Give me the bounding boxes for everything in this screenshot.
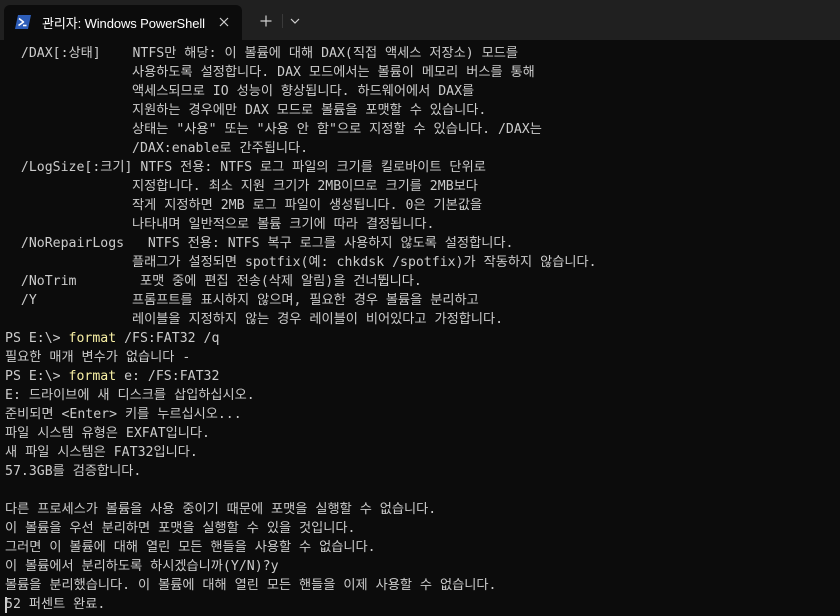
output-line: 이 볼륨을 우선 분리하면 포맷을 실행할 수 있을 것입니다.: [5, 521, 356, 536]
output-line: 플래그가 설정되면 spotfix(예: chkdsk /spotfix)가 작…: [5, 255, 597, 270]
output-line: 상태는 "사용" 또는 "사용 안 함"으로 지정할 수 있습니다. /DAX는: [5, 122, 542, 137]
prompt-line: PS E:\> format /FS:FAT32 /q: [5, 329, 219, 348]
command-args: /FS:FAT32 /q: [116, 331, 220, 346]
output-line: 사용하도록 설정합니다. DAX 모드에서는 볼륨이 메모리 버스를 통해: [5, 65, 535, 80]
command-args: e: /FS:FAT32: [116, 369, 220, 384]
text-cursor: [5, 597, 7, 613]
output-line: 52 퍼센트 완료.: [5, 597, 106, 612]
output-line: 지원하는 경우에만 DAX 모드로 볼륨을 포맷할 수 있습니다.: [5, 103, 487, 118]
prompt: PS E:\>: [5, 331, 69, 346]
output-line: /LogSize[:크기] NTFS 전용: NTFS 로그 파일의 크기를 킬…: [5, 160, 486, 175]
output-line: /DAX:enable로 간주됩니다.: [5, 141, 309, 156]
output-line: /Y 프롬프트를 표시하지 않으며, 필요한 경우 볼륨을 분리하고: [5, 293, 479, 308]
output-line: 필요한 매개 변수가 없습니다 -: [5, 350, 191, 365]
output-line: 나타내며 일반적으로 볼륨 크기에 따라 결정됩니다.: [5, 217, 435, 232]
output-line: E: 드라이브에 새 디스크를 삽입하십시오.: [5, 388, 255, 403]
output-line: 이 볼륨에서 분리하도록 하시겠습니까(Y/N)?y: [5, 559, 279, 574]
tab-powershell[interactable]: 관리자: Windows PowerShell: [4, 5, 242, 40]
terminal-output[interactable]: /DAX[:상태] NTFS만 해당: 이 볼륨에 대해 DAX(직접 액세스 …: [0, 40, 840, 616]
output-line: /DAX[:상태] NTFS만 해당: 이 볼륨에 대해 DAX(직접 액세스 …: [5, 46, 519, 61]
command-name: format: [68, 369, 117, 384]
output-line: 레이블을 지정하지 않는 경우 레이블이 비어있다고 가정합니다.: [5, 312, 504, 327]
output-line: /NoTrim 포맷 중에 편집 전송(삭제 알림)을 건너뜁니다.: [5, 274, 422, 289]
output-line: 다른 프로세스가 볼륨을 사용 중이기 때문에 포맷을 실행할 수 없습니다.: [5, 502, 437, 517]
chevron-down-icon: [290, 18, 300, 24]
output-line: /NoRepairLogs NTFS 전용: NTFS 복구 로그를 사용하지 …: [5, 236, 514, 251]
output-line: 새 파일 시스템은 FAT32입니다.: [5, 445, 198, 460]
output-line: 볼륨을 분리했습니다. 이 볼륨에 대해 열린 모든 핸들을 이제 사용할 수 …: [5, 578, 497, 593]
plus-icon: [260, 15, 272, 27]
prompt: PS E:\>: [5, 369, 69, 384]
output-line: 파일 시스템 유형은 EXFAT입니다.: [5, 426, 210, 441]
prompt-line: PS E:\> format e: /FS:FAT32: [5, 367, 219, 386]
close-icon: [219, 17, 229, 27]
powershell-icon: [15, 15, 31, 29]
command-name: format: [68, 331, 117, 346]
new-tab-button[interactable]: [254, 9, 278, 33]
tab-separator: [282, 14, 283, 28]
tab-title: 관리자: Windows PowerShell: [42, 16, 205, 31]
tab-close-button[interactable]: [214, 12, 234, 32]
terminal-window: 관리자: Windows PowerShell /DAX[:상태] NTFS만 …: [0, 0, 840, 616]
output-line: 57.3GB를 검증합니다.: [5, 464, 142, 479]
tab-dropdown-button[interactable]: [284, 9, 306, 33]
output-line: 액세스되므로 IO 성능이 향상됩니다. 하드웨어에서 DAX를: [5, 84, 475, 99]
output-line: 지정합니다. 최소 지원 크기가 2MB이므로 크기를 2MB보다: [5, 179, 478, 194]
title-bar: 관리자: Windows PowerShell: [0, 0, 840, 40]
output-line: 준비되면 <Enter> 키를 누르십시오...: [5, 407, 242, 422]
output-line: 그러면 이 볼륨에 대해 열린 모든 핸들을 사용할 수 없습니다.: [5, 540, 376, 555]
output-line: 작게 지정하면 2MB 로그 파일이 생성됩니다. 0은 기본값을: [5, 198, 483, 213]
